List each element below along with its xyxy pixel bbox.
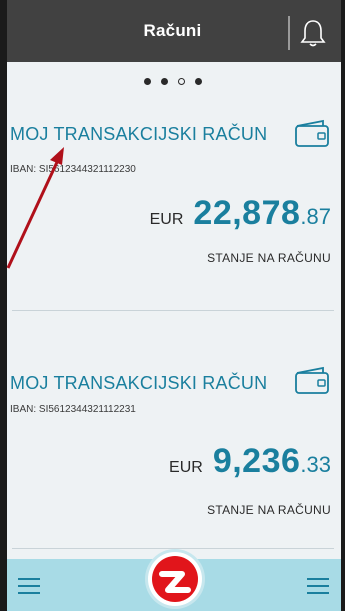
iban-label: IBAN:: [10, 164, 37, 175]
device-frame-left: [0, 0, 7, 611]
amount-integer: 9,236: [212, 442, 301, 480]
divider: [12, 548, 334, 549]
app-screen: Računi MOJ TRANSAKCIJSKI RAČUN IBAN: SI5…: [0, 0, 345, 611]
bank-logo-icon[interactable]: [148, 552, 202, 606]
page-indicator: [0, 78, 345, 85]
iban-label: IBAN:: [10, 404, 37, 415]
balance: EUR 22,878 .87: [150, 194, 331, 233]
currency: EUR: [149, 211, 184, 228]
menu-icon[interactable]: [307, 578, 329, 594]
page-title: Računi: [143, 21, 202, 40]
balance-label: STANJE NA RAČUNU: [207, 503, 331, 517]
page-dot[interactable]: [160, 78, 168, 85]
iban-value: SI5612344321112231: [38, 404, 136, 415]
iban-value: SI5612344321112230: [38, 164, 136, 175]
currency: EUR: [169, 459, 203, 476]
account-name: MOJ TRANSAKCIJSKI RAČUN: [10, 124, 268, 144]
balance: EUR 9,236 .33: [169, 442, 331, 481]
amount-decimal: .33: [300, 452, 331, 477]
menu-icon[interactable]: [18, 578, 40, 594]
amount-integer: 22,878: [193, 194, 301, 232]
device-frame-right: [341, 0, 345, 611]
header-divider: [288, 16, 290, 50]
divider: [12, 310, 334, 311]
iban: IBAN: SI5612344321112230: [10, 164, 136, 175]
wallet-icon: [295, 119, 329, 147]
page-dot-active[interactable]: [177, 78, 185, 85]
app-header: Računi: [0, 0, 345, 62]
page-dot[interactable]: [143, 78, 151, 85]
account-name: MOJ TRANSAKCIJSKI RAČUN: [10, 373, 268, 393]
wallet-icon: [295, 366, 329, 394]
bell-icon[interactable]: [300, 18, 326, 48]
page-dot[interactable]: [194, 78, 202, 85]
iban: IBAN: SI5612344321112231: [10, 404, 136, 415]
balance-label: STANJE NA RAČUNU: [207, 251, 331, 265]
amount-decimal: .87: [300, 204, 331, 229]
